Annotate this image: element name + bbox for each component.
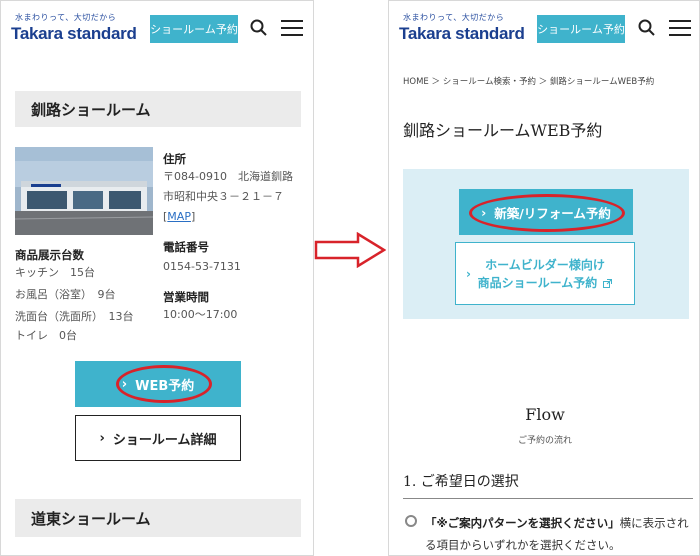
brand-tagline: 水まわりって、大切だから (403, 13, 505, 22)
site-header: 水まわりって、大切だから Takara standard ショールーム予約 (1, 1, 313, 57)
map-link[interactable]: MAP (167, 210, 191, 223)
showroom-title: 釧路ショールーム (15, 91, 301, 127)
phone-number[interactable]: 0154-53-7131 (163, 257, 241, 277)
home-builder-label: ホームビルダー様向け 商品ショールーム予約 (478, 256, 613, 292)
hours-label: 営業時間 (163, 290, 209, 304)
brand-logo[interactable]: Takara standard (399, 24, 525, 44)
step-1-text: 「※ご案内パターンを選択ください」横に表示される項目からいずれかを選択ください。 (425, 512, 697, 555)
chevron-right-icon: ＞ (431, 77, 443, 87)
display-item-toilet: トイレ 0台 (15, 329, 77, 342)
breadcrumb-current: 釧路ショールームWEB予約 (549, 77, 655, 87)
search-icon[interactable] (249, 18, 269, 38)
display-item-bath: お風呂（浴室） 9台 (15, 288, 116, 301)
showroom-detail-button[interactable]: › ショールーム詳細 (75, 415, 241, 461)
address-label: 住所 (163, 152, 186, 166)
right-screen: 水まわりって、大切だから Takara standard ショールーム予約 HO… (388, 0, 700, 556)
display-item-kitchen: キッチン 15台 (15, 266, 95, 279)
left-screen: 水まわりって、大切だから Takara standard ショールーム予約 釧路… (0, 0, 314, 556)
chevron-right-icon: › (99, 430, 105, 446)
chevron-right-icon: › (466, 267, 471, 281)
step-1-title: 1. ご希望日の選択 (403, 474, 519, 490)
external-link-icon (603, 278, 613, 288)
home-builder-reserve-button[interactable]: › ホームビルダー様向け 商品ショールーム予約 (455, 242, 635, 305)
highlight-ellipse (116, 365, 212, 403)
flow-subtitle: ご予約の流れ (517, 436, 572, 446)
highlight-ellipse (469, 194, 625, 232)
radio-bullet (405, 515, 417, 527)
chevron-right-icon: ＞ (538, 77, 550, 87)
showroom-reserve-button[interactable]: ショールーム予約 (537, 15, 625, 43)
showroom-detail-label: ショールーム詳細 (112, 432, 217, 448)
address-line-2: 市昭和中央３－２１－７ (163, 190, 284, 203)
map-link-wrap: [MAP] (163, 210, 196, 223)
next-showroom-title: 道東ショールーム (15, 499, 301, 537)
breadcrumb-search[interactable]: ショールーム検索・予約 (443, 77, 536, 87)
flow-title: Flow (525, 405, 565, 424)
menu-icon[interactable] (669, 19, 691, 37)
display-count-label: 商品展示台数 (15, 248, 84, 262)
home-builder-label-line-2: 商品ショールーム予約 (477, 275, 598, 290)
brand-logo[interactable]: Takara standard (11, 24, 137, 44)
business-hours: 10:00〜17:00 (163, 308, 238, 321)
divider (403, 498, 693, 499)
search-icon[interactable] (637, 18, 657, 38)
breadcrumb-home[interactable]: HOME (403, 77, 429, 87)
address-line-1: 〒084-0910 北海道釧路 (163, 170, 293, 183)
showroom-reserve-button[interactable]: ショールーム予約 (150, 15, 238, 43)
step-1-quote: 「※ご案内パターンを選択ください」 (425, 516, 620, 530)
breadcrumb: HOME ＞ ショールーム検索・予約 ＞ 釧路ショールームWEB予約 (403, 75, 654, 87)
arrow-right-icon (314, 232, 386, 268)
home-builder-label-line-2-wrap: 商品ショールーム予約 (478, 274, 613, 292)
site-header: 水まわりって、大切だから Takara standard ショールーム予約 (389, 1, 699, 57)
brand-tagline: 水まわりって、大切だから (15, 13, 117, 22)
showroom-photo (15, 147, 153, 235)
phone-label: 電話番号 (163, 240, 209, 254)
display-item-washstand: 洗面台（洗面所） 13台 (15, 310, 134, 323)
home-builder-label-line-1: ホームビルダー様向け (485, 257, 605, 272)
menu-icon[interactable] (281, 19, 303, 37)
page-title: 釧路ショールームWEB予約 (403, 121, 603, 140)
